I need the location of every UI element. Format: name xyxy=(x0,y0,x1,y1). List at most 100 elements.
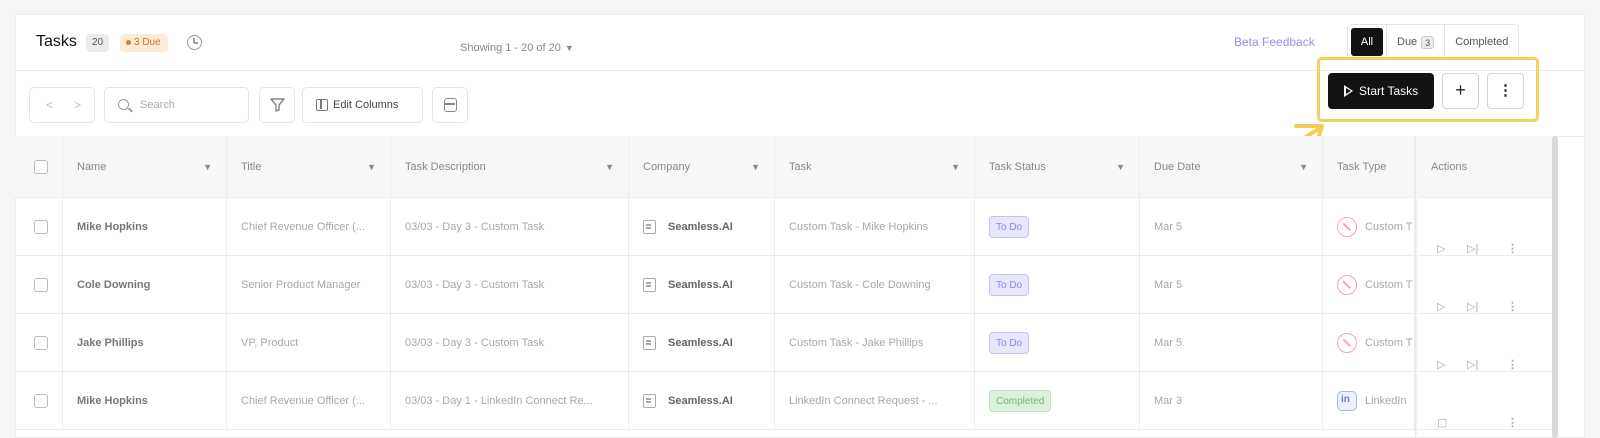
company-name: Seamless.AI xyxy=(668,279,733,291)
building-icon xyxy=(643,394,656,409)
status-badge: Completed xyxy=(989,390,1052,413)
cell-title: VP, Product xyxy=(227,314,391,372)
col-task[interactable]: Task ▼ xyxy=(775,136,975,198)
play-icon[interactable]: ▷ xyxy=(1437,220,1445,256)
cell-due: Mar 5 xyxy=(1140,198,1323,256)
cell-description: 03/03 - Day 3 - Custom Task xyxy=(391,256,629,314)
col-task-status-label: Task Status xyxy=(989,161,1046,173)
due-badge-label: 3 Due xyxy=(134,37,161,48)
company-name: Seamless.AI xyxy=(668,337,733,349)
play-icon[interactable]: ▷ xyxy=(1437,278,1445,314)
row-checkbox[interactable] xyxy=(34,278,48,292)
col-task-description[interactable]: Task Description ▼ xyxy=(391,136,629,198)
col-actions: Actions xyxy=(1417,136,1552,198)
clock-icon[interactable] xyxy=(187,35,202,50)
tab-due-count: 3 xyxy=(1421,35,1435,49)
edit-columns-button[interactable]: Edit Columns xyxy=(302,87,423,123)
col-task-status[interactable]: Task Status ▼ xyxy=(975,136,1140,198)
table-row[interactable]: Mike Hopkins Chief Revenue Officer (... … xyxy=(15,198,1552,256)
row-select-cell xyxy=(15,256,63,314)
select-all-checkbox[interactable] xyxy=(34,160,48,174)
cell-actions: ▢ ⋮ xyxy=(1417,372,1552,430)
skip-icon[interactable]: ▷| xyxy=(1467,336,1478,372)
status-badge: To Do xyxy=(989,332,1030,355)
cell-name[interactable]: Cole Downing xyxy=(63,256,227,314)
beta-feedback-link[interactable]: Beta Feedback xyxy=(1234,35,1315,49)
skip-icon[interactable]: ▷| xyxy=(1467,278,1478,314)
chevron-down-icon[interactable]: ▼ xyxy=(367,136,376,198)
skip-icon[interactable]: ▷| xyxy=(1467,220,1478,256)
edit-columns-label: Edit Columns xyxy=(333,99,399,111)
page-title: Tasks xyxy=(36,33,77,50)
cell-type: LinkedIn xyxy=(1323,372,1415,430)
search-input[interactable]: Search xyxy=(104,87,249,123)
table-row[interactable]: Jake Phillips VP, Product 03/03 - Day 3 … xyxy=(15,314,1552,372)
next-page-icon[interactable]: > xyxy=(74,88,81,122)
row-checkbox[interactable] xyxy=(34,394,48,408)
cell-company[interactable]: Seamless.AI xyxy=(629,372,775,430)
chevron-down-icon[interactable]: ▼ xyxy=(203,136,212,198)
col-task-label: Task xyxy=(789,161,812,173)
chevron-down-icon[interactable]: ▼ xyxy=(605,136,614,198)
task-type-label: Custom T xyxy=(1365,279,1413,291)
tab-due[interactable]: Due 3 xyxy=(1386,25,1444,59)
cell-name[interactable]: Mike Hopkins xyxy=(63,372,227,430)
cell-status: To Do xyxy=(975,314,1140,372)
copy-icon[interactable]: ▢ xyxy=(1437,394,1447,430)
cell-due: Mar 5 xyxy=(1140,314,1323,372)
more-options-button[interactable]: ⋮ xyxy=(1487,73,1524,109)
play-icon[interactable]: ▷ xyxy=(1437,336,1445,372)
col-due-date[interactable]: Due Date ▼ xyxy=(1140,136,1323,198)
cell-description: 03/03 - Day 1 - LinkedIn Connect Re... xyxy=(391,372,629,430)
cell-task: Custom Task - Cole Downing xyxy=(775,256,975,314)
task-count-badge: 20 xyxy=(86,34,110,52)
more-icon[interactable]: ⋮ xyxy=(1507,220,1518,256)
col-due-date-label: Due Date xyxy=(1154,161,1201,173)
col-title-label: Title xyxy=(241,161,262,173)
more-icon[interactable]: ⋮ xyxy=(1507,336,1518,372)
col-title[interactable]: Title ▼ xyxy=(227,136,391,198)
task-filter-tabs: All Due 3 Completed xyxy=(1347,24,1520,60)
vertical-scrollbar[interactable] xyxy=(1552,136,1558,438)
col-company[interactable]: Company ▼ xyxy=(629,136,775,198)
showing-label: Showing 1 - 20 of 20 xyxy=(460,42,561,54)
cell-name[interactable]: Mike Hopkins xyxy=(63,198,227,256)
cell-due: Mar 3 xyxy=(1140,372,1323,430)
status-badge: To Do xyxy=(989,274,1030,297)
col-task-type[interactable]: Task Type xyxy=(1323,136,1415,198)
chevron-down-icon[interactable]: ▼ xyxy=(751,136,760,198)
prev-page-icon[interactable]: < xyxy=(46,88,53,122)
search-icon xyxy=(118,99,129,110)
task-type-label: LinkedIn xyxy=(1365,395,1407,407)
row-checkbox[interactable] xyxy=(34,220,48,234)
tab-all[interactable]: All xyxy=(1351,28,1383,56)
cell-company[interactable]: Seamless.AI xyxy=(629,198,775,256)
showing-count-dropdown[interactable]: Showing 1 - 20 of 20 ▼ xyxy=(460,42,574,54)
chevron-down-icon[interactable]: ▼ xyxy=(1299,136,1308,198)
col-task-type-label: Task Type xyxy=(1337,161,1387,173)
cell-task: Custom Task - Mike Hopkins xyxy=(775,198,975,256)
start-tasks-button[interactable]: Start Tasks xyxy=(1328,73,1434,109)
table-row[interactable]: Mike Hopkins Chief Revenue Officer (... … xyxy=(15,372,1552,430)
cell-status: Completed xyxy=(975,372,1140,430)
due-badge: 3 Due xyxy=(120,34,168,52)
add-task-button[interactable]: + xyxy=(1442,73,1479,109)
tab-completed[interactable]: Completed xyxy=(1444,25,1518,59)
company-name: Seamless.AI xyxy=(668,221,733,233)
cell-description: 03/03 - Day 3 - Custom Task xyxy=(391,198,629,256)
database-button[interactable] xyxy=(432,87,468,123)
row-checkbox[interactable] xyxy=(34,336,48,350)
cell-name[interactable]: Jake Phillips xyxy=(63,314,227,372)
filter-button[interactable] xyxy=(259,87,295,123)
cell-company[interactable]: Seamless.AI xyxy=(629,256,775,314)
cell-actions: ▷ ▷| ⋮ xyxy=(1417,314,1552,372)
chevron-down-icon[interactable]: ▼ xyxy=(1116,136,1125,198)
col-name[interactable]: Name ▼ xyxy=(63,136,227,198)
chevron-down-icon[interactable]: ▼ xyxy=(951,136,960,198)
more-icon[interactable]: ⋮ xyxy=(1507,278,1518,314)
start-tasks-label: Start Tasks xyxy=(1359,84,1419,98)
col-task-description-label: Task Description xyxy=(405,161,486,173)
table-row[interactable]: Cole Downing Senior Product Manager 03/0… xyxy=(15,256,1552,314)
more-icon[interactable]: ⋮ xyxy=(1507,394,1518,430)
cell-company[interactable]: Seamless.AI xyxy=(629,314,775,372)
